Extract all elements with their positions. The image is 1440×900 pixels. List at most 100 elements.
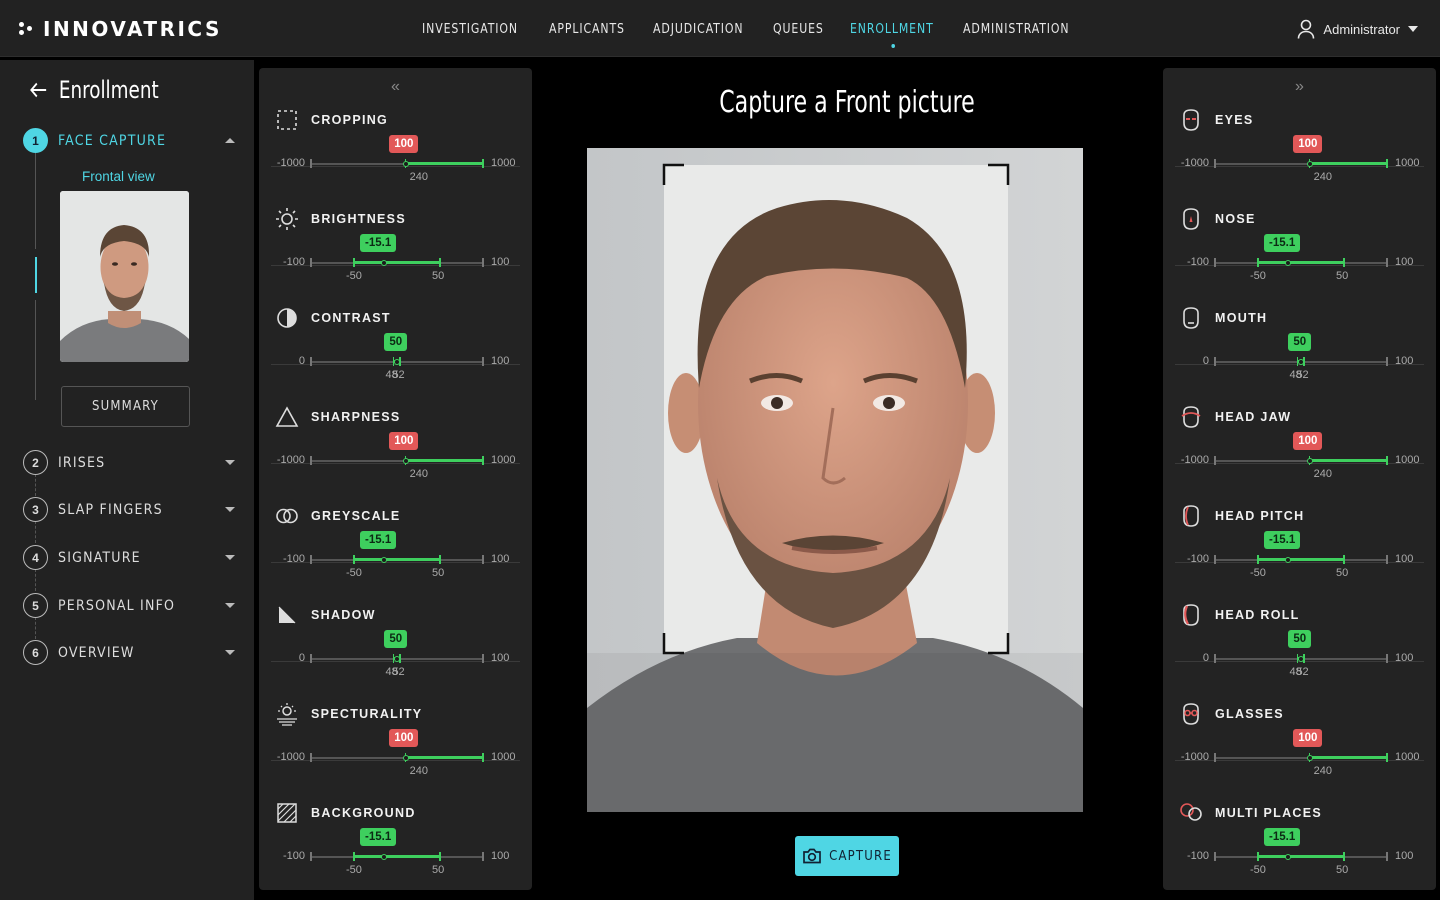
chevron-down-icon [1408,26,1418,32]
threshold-slider[interactable]: -100 100 -50 50 -15.1 [271,167,520,282]
control-head-pitch: HEAD PITCH -100 100 -50 50 -15.1 [1175,464,1424,579]
threshold-slider[interactable]: -100 100 -50 50 -15.1 [1175,464,1424,579]
threshold-slider[interactable]: -1000 1000 240 100 [1175,68,1424,183]
step-connector [35,617,36,639]
chevron-down-icon [225,603,235,608]
step-personal-info[interactable]: 5 PERSONAL INFO [23,593,235,618]
nav-enrollment-label: ENROLLMENT [849,20,934,37]
threshold-slider[interactable]: 0 100 48 52 50 [271,563,520,678]
chevron-down-icon [225,460,235,465]
threshold-slider[interactable]: -100 100 -50 50 -15.1 [271,464,520,579]
active-indicator [891,43,896,48]
step-connector [35,300,36,400]
step-connector [35,474,36,496]
nav-enrollment[interactable]: ENROLLMENT [849,20,934,48]
slider-value-badge: -15.1 [1264,828,1301,846]
nav-administration[interactable]: ADMINISTRATION [963,21,1069,37]
nav-queues[interactable]: QUEUES [773,21,824,37]
slider-value-badge: 50 [1288,630,1312,648]
threshold-slider[interactable]: -100 100 -50 50 -15.1 [1175,167,1424,282]
capture-button[interactable]: CAPTURE [795,836,899,876]
slider-value-badge: 100 [389,432,419,450]
image-quality-panel: « CROPPING -1000 1000 240 100 BRIGHTNESS -100 1… [259,68,532,890]
slider-max-label: 100 [1395,850,1414,862]
step-overview[interactable]: 6 OVERVIEW [23,640,235,665]
step-irises[interactable]: 2 IRISES [23,450,235,475]
chevron-up-icon [225,138,235,143]
slider-range-tick [353,852,355,861]
step-label: SIGNATURE [58,549,141,566]
step-face-capture[interactable]: 1 FACE CAPTURE [23,128,235,153]
control-cropping: CROPPING -1000 1000 240 100 [271,68,520,183]
threshold-slider[interactable]: 0 100 48 52 50 [1175,563,1424,678]
face-photo [587,148,1083,812]
control-multi-places: MULTI PLACES -100 100 -50 50 -15.1 [1175,761,1424,876]
slider-value-badge: 100 [389,135,419,153]
summary-button[interactable]: SUMMARY [61,386,190,427]
logo[interactable]: INNOVATRICS [19,17,222,41]
step-label: SLAP FINGERS [58,501,163,518]
control-background: BACKGROUND -100 100 -50 50 -15.1 [271,761,520,876]
slider-acceptable-range [1309,459,1387,462]
threshold-slider[interactable]: -100 100 -50 50 -15.1 [1175,761,1424,876]
slider-value-badge: -15.1 [1264,531,1301,549]
logo-mark-icon [19,22,33,36]
threshold-slider[interactable]: 0 100 48 52 50 [271,266,520,381]
slider-end-tick [1386,852,1388,861]
slider-value-badge: 100 [1293,432,1323,450]
top-bar: INNOVATRICS INVESTIGATION APPLICANTS ADJ… [0,0,1440,57]
slider-value-badge: -15.1 [360,531,397,549]
threshold-slider[interactable]: -1000 1000 240 100 [271,662,520,777]
threshold-slider[interactable]: -1000 1000 240 100 [1175,365,1424,480]
slider-acceptable-range [1309,162,1387,165]
brand-name: INNOVATRICS [43,17,222,41]
slider-acceptable-range [405,459,483,462]
capture-title: Capture a Front picture [719,85,975,120]
slider-value-badge: 50 [384,333,408,351]
control-specturality: SPECTURALITY -1000 1000 240 100 [271,662,520,777]
slider-value-badge: -15.1 [1264,234,1301,252]
step-number: 4 [23,545,48,570]
step-label: OVERVIEW [58,644,135,661]
face-attributes-panel: » EYES -1000 1000 240 100 NOSE -100 100 -50 50 -15… [1163,68,1436,890]
page-title: Enrollment [30,76,159,104]
enrollment-sidebar: Enrollment 1 FACE CAPTURE Frontal view S… [0,60,254,900]
step-number: 1 [23,128,48,153]
step-signature[interactable]: 4 SIGNATURE [23,545,235,570]
capture-button-label: CAPTURE [829,848,892,864]
slider-threshold-label: 50 [432,864,445,876]
threshold-slider[interactable]: -1000 1000 240 100 [271,68,520,183]
slider-acceptable-range [354,855,440,858]
nav-applicants[interactable]: APPLICANTS [549,21,625,37]
control-head-jaw: HEAD JAW -1000 1000 240 100 [1175,365,1424,480]
slider-value-badge: -15.1 [360,828,397,846]
slider-value-badge: 100 [389,729,419,747]
nav-adjudication[interactable]: ADJUDICATION [653,21,743,37]
threshold-slider[interactable]: -1000 1000 240 100 [1175,662,1424,777]
nav-investigation[interactable]: INVESTIGATION [422,21,518,37]
chevron-down-icon [225,555,235,560]
slider-end-tick [482,852,484,861]
slider-threshold-label: 50 [1336,864,1349,876]
slider-end-tick [1214,852,1216,861]
slider-max-label: 100 [491,850,510,862]
frontal-thumbnail[interactable] [60,191,189,362]
slider-acceptable-range [405,756,483,759]
control-sharpness: SHARPNESS -1000 1000 240 100 [271,365,520,480]
user-menu[interactable]: Administrator [1297,19,1418,39]
step-label: PERSONAL INFO [58,597,176,614]
step-connector [35,521,36,543]
slider-value-badge: -15.1 [360,234,397,252]
threshold-slider[interactable]: -100 100 -50 50 -15.1 [271,761,520,876]
step-connector [35,569,36,591]
slider-handle [381,854,387,860]
user-icon [1298,19,1315,39]
slider-acceptable-range [405,162,483,165]
threshold-slider[interactable]: -1000 1000 240 100 [271,365,520,480]
slider-value-badge: 50 [1288,333,1312,351]
back-arrow-icon[interactable] [30,82,47,98]
slider-handle [1285,854,1291,860]
step-slap-fingers[interactable]: 3 SLAP FINGERS [23,497,235,522]
threshold-slider[interactable]: 0 100 48 52 50 [1175,266,1424,381]
slider-range-tick [1343,852,1345,861]
